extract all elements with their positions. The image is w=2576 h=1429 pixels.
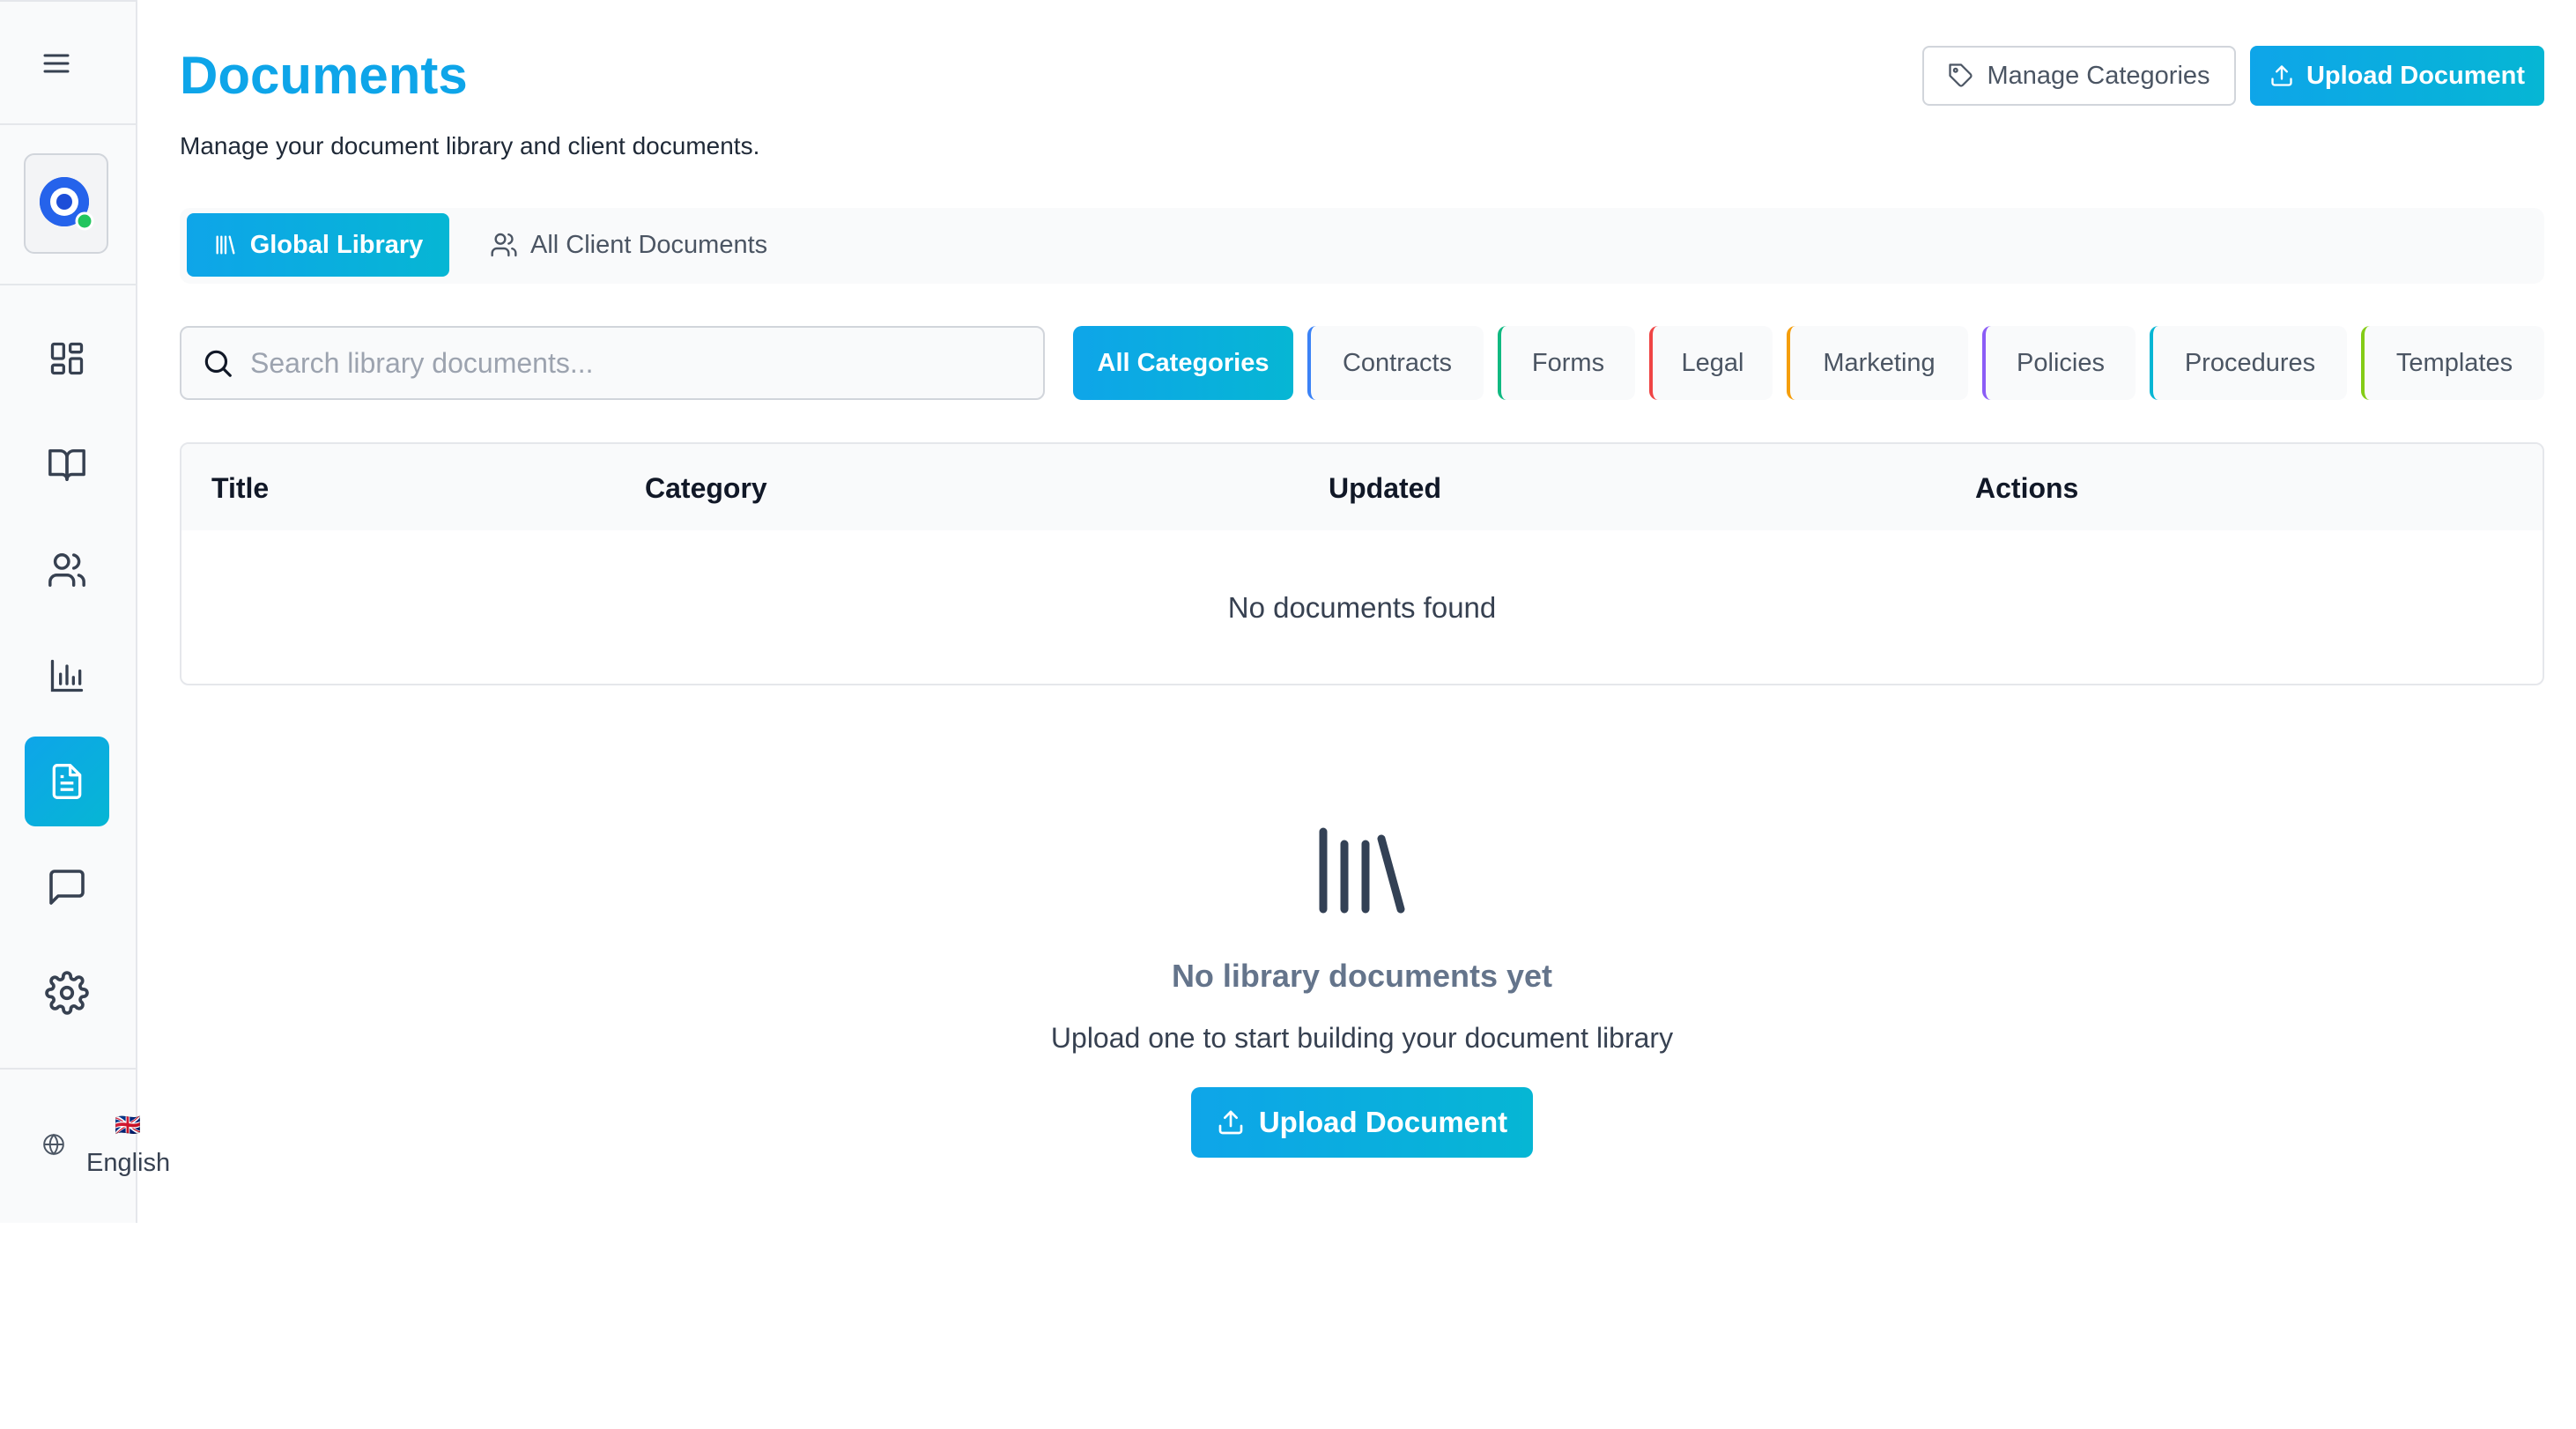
- bar-chart-icon: [50, 659, 84, 692]
- category-chip-templates[interactable]: Templates: [2361, 326, 2544, 400]
- empty-state-upload-button[interactable]: Upload Document: [1191, 1087, 1533, 1158]
- library-icon: [216, 235, 235, 255]
- manage-categories-button[interactable]: Manage Categories: [1922, 46, 2236, 106]
- manage-categories-label: Manage Categories: [1987, 61, 2210, 90]
- chip-label: Marketing: [1823, 348, 1936, 377]
- upload-document-button[interactable]: Upload Document: [2250, 46, 2544, 106]
- app-logo[interactable]: [24, 153, 108, 254]
- sidebar-divider: [0, 284, 136, 285]
- chip-label: Forms: [1531, 348, 1605, 377]
- table-header: Title Category Updated Actions: [181, 444, 2543, 530]
- category-chip-contracts[interactable]: Contracts: [1307, 326, 1484, 400]
- tab-label: Global Library: [249, 230, 424, 259]
- search-input[interactable]: [250, 346, 1008, 380]
- column-header-title[interactable]: Title: [211, 470, 269, 506]
- column-header-category[interactable]: Category: [645, 470, 767, 506]
- empty-state-upload-label: Upload Document: [1258, 1106, 1508, 1138]
- globe-icon: [43, 1133, 64, 1156]
- empty-state-title: No library documents yet: [1171, 958, 1553, 994]
- users-icon: [48, 553, 85, 587]
- chip-label: Procedures: [2184, 348, 2316, 377]
- category-chip-forms[interactable]: Forms: [1498, 326, 1635, 400]
- chat-icon: [49, 870, 85, 905]
- nav-users[interactable]: [25, 525, 109, 615]
- uk-flag-icon: 🇬🇧: [115, 1114, 141, 1137]
- hamburger-menu-icon[interactable]: [33, 41, 79, 86]
- upload-icon: [1218, 1110, 1243, 1135]
- table-empty-message: No documents found: [1227, 591, 1497, 624]
- tag-icon: [1949, 63, 1973, 87]
- dashboard-icon: [50, 342, 84, 375]
- tab-label: All Client Documents: [530, 230, 768, 259]
- column-header-actions: Actions: [1975, 472, 2079, 504]
- online-status-dot: [75, 211, 94, 231]
- tab-all-client-documents[interactable]: All Client Documents: [483, 213, 782, 277]
- page-subtitle: Manage your document library and client …: [180, 132, 760, 159]
- language-label: English: [86, 1149, 171, 1177]
- documents-table: Title Category Updated Actions No docume…: [180, 442, 2544, 685]
- upload-document-label: Upload Document: [2306, 61, 2526, 90]
- document-icon: [52, 764, 82, 799]
- category-chip-procedures[interactable]: Procedures: [2150, 326, 2347, 400]
- nav-documents[interactable]: [25, 737, 109, 826]
- nav-dashboard[interactable]: [25, 314, 109, 404]
- nav-messages[interactable]: [25, 842, 109, 932]
- search-icon: [204, 350, 232, 377]
- sidebar-divider: [0, 1068, 136, 1070]
- page-title: Documents: [180, 46, 468, 105]
- tab-global-library[interactable]: Global Library: [187, 213, 449, 277]
- nav-book[interactable]: [25, 419, 109, 509]
- column-header-updated[interactable]: Updated: [1329, 470, 1441, 506]
- chip-label: Contracts: [1342, 348, 1453, 377]
- category-chip-all[interactable]: All Categories: [1073, 326, 1293, 400]
- nav-analytics[interactable]: [25, 631, 109, 721]
- category-chip-policies[interactable]: Policies: [1982, 326, 2136, 400]
- library-icon: [1319, 827, 1405, 914]
- chip-label: Policies: [2017, 348, 2105, 377]
- chip-label: Legal: [1681, 348, 1744, 377]
- language-selector[interactable]: 🇬🇧 English: [42, 1114, 174, 1184]
- upload-icon: [2271, 65, 2292, 86]
- category-chip-marketing[interactable]: Marketing: [1787, 326, 1968, 400]
- chip-label: All Categories: [1097, 348, 1269, 377]
- sidebar-divider: [0, 123, 136, 125]
- empty-state-subtitle: Upload one to start building your docume…: [1050, 1022, 1674, 1054]
- users-icon: [491, 233, 517, 257]
- category-chip-legal[interactable]: Legal: [1649, 326, 1773, 400]
- search-box: [180, 326, 1045, 400]
- chip-label: Templates: [2395, 348, 2513, 377]
- app-logo-icon: [40, 177, 94, 231]
- document-tabs: Global Library All Client Documents: [180, 208, 2544, 284]
- book-icon: [48, 448, 85, 481]
